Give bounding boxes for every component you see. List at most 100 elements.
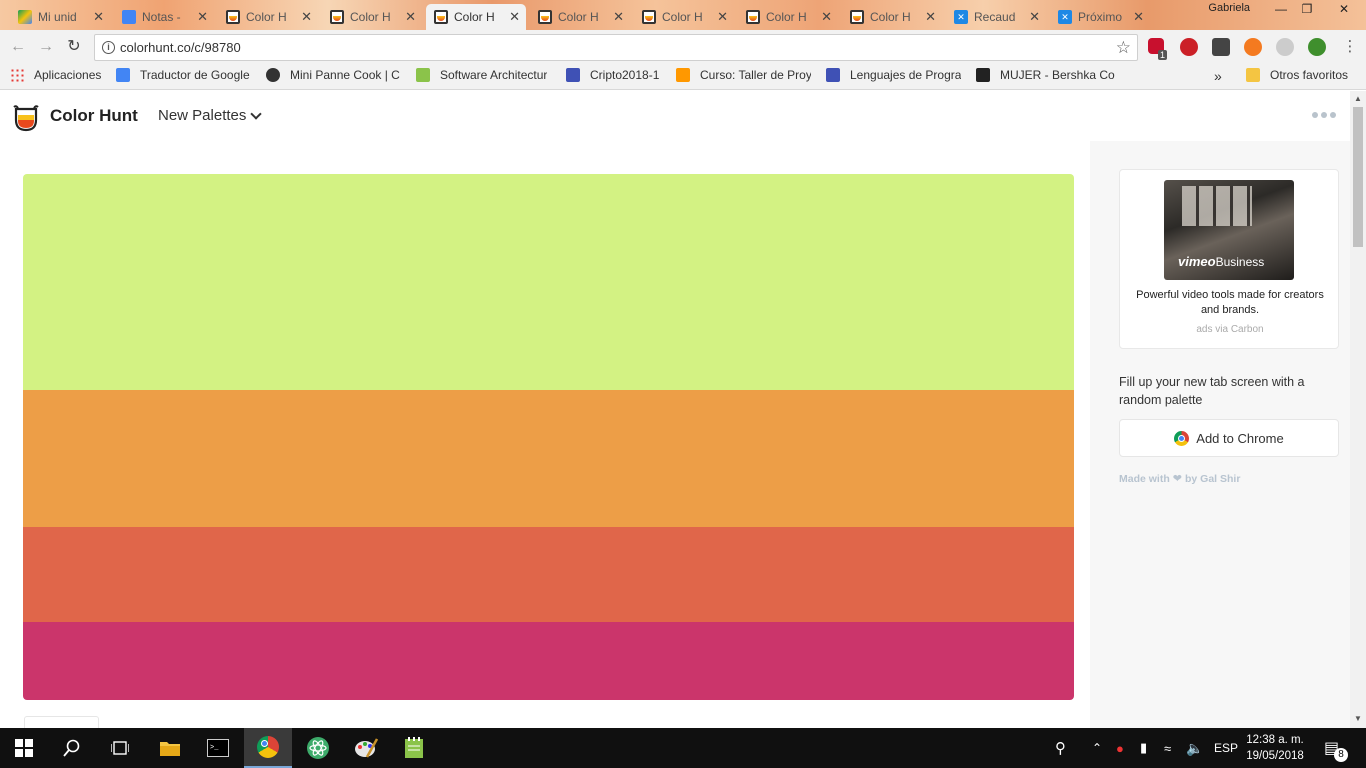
tray-app-icon[interactable]: ●	[1116, 728, 1124, 768]
palette-swatch[interactable]	[23, 622, 1074, 700]
ad-image[interactable]: vimeoBusiness	[1164, 180, 1294, 280]
bookmark-item[interactable]: Lenguajes de Progra	[826, 68, 961, 82]
clock[interactable]: 12:38 a. m. 19/05/2018	[1243, 732, 1307, 764]
color-hunt-icon	[538, 10, 552, 24]
language-indicator[interactable]: ESP	[1214, 728, 1238, 768]
palette-swatch[interactable]	[23, 174, 1074, 390]
bookmarks-bar: Aplicaciones Traductor de Google Mini Pann…	[0, 64, 1366, 90]
browser-tab[interactable]: Color H ✕	[634, 4, 734, 30]
carbon-ad[interactable]: vimeoBusiness Powerful video tools made …	[1119, 169, 1339, 349]
atom-icon[interactable]	[294, 728, 342, 768]
browser-tab[interactable]: Color H ✕	[218, 4, 318, 30]
minimize-icon[interactable]: —	[1268, 0, 1294, 20]
tab-close-icon[interactable]: ✕	[509, 9, 520, 25]
bookmark-item[interactable]: Aplicaciones	[10, 68, 101, 82]
browser-tab[interactable]: Color H ✕	[530, 4, 630, 30]
bookmark-item[interactable]: Otros favoritos	[1246, 68, 1348, 82]
reload-icon[interactable]: ↻	[64, 37, 84, 57]
pinterest-icon[interactable]	[1180, 38, 1198, 56]
new-palettes-dropdown[interactable]: New Palettes	[158, 107, 263, 124]
ad-via-carbon[interactable]: ads via Carbon	[1120, 324, 1340, 335]
google-drive-icon	[18, 10, 32, 24]
info-icon[interactable]: i	[102, 41, 115, 54]
tab-close-icon[interactable]: ✕	[1029, 9, 1040, 25]
color-hunt-logo-icon[interactable]	[13, 104, 39, 132]
tab-close-icon[interactable]: ✕	[613, 9, 624, 25]
tab-close-icon[interactable]: ✕	[925, 9, 936, 25]
bookmark-label: Traductor de Google	[140, 68, 250, 82]
browser-tab[interactable]: Color H ✕	[842, 4, 942, 30]
tab-close-icon[interactable]: ✕	[717, 9, 728, 25]
palette-actions[interactable]	[24, 716, 99, 728]
start-icon[interactable]	[0, 728, 48, 768]
task-view-icon[interactable]	[96, 728, 144, 768]
site-brand[interactable]: Color Hunt	[50, 106, 138, 126]
paint-icon[interactable]	[342, 728, 390, 768]
ad-text[interactable]: Powerful video tools made for creators a…	[1128, 288, 1332, 318]
people-icon[interactable]: ⚲	[1055, 728, 1066, 768]
forward-icon[interactable]: →	[36, 37, 56, 57]
battery-icon[interactable]: ▮	[1140, 728, 1147, 768]
tab-close-icon[interactable]: ✕	[93, 9, 104, 25]
profile-icon[interactable]	[1308, 38, 1326, 56]
palette-swatch[interactable]	[23, 527, 1074, 622]
scroll-down-icon[interactable]: ▼	[1354, 714, 1362, 723]
bookmark-item[interactable]: Traductor de Google	[116, 68, 250, 82]
page-scrollbar[interactable]: ▲ ▼	[1350, 91, 1366, 728]
volume-icon[interactable]: 🔈	[1186, 728, 1203, 768]
close-window-icon[interactable]: ✕	[1322, 0, 1366, 20]
address-bar[interactable]: i colorhunt.co/c/98780 ☆	[94, 34, 1138, 61]
bookmark-item[interactable]: Cripto2018-1	[566, 68, 659, 82]
bookmark-item[interactable]: MUJER - Bershka Co	[976, 68, 1115, 82]
clock-time: 12:38 a. m.	[1246, 734, 1304, 746]
bookmark-label: Mini Panne Cook | C	[290, 68, 400, 82]
add-to-chrome-button[interactable]: Add to Chrome	[1119, 419, 1339, 457]
promo-text: Fill up your new tab screen with a rando…	[1119, 375, 1305, 407]
bookmark-item[interactable]: Curso: Taller de Proy	[676, 68, 811, 82]
bookmark-item[interactable]: Mini Panne Cook | C	[266, 68, 400, 82]
back-icon[interactable]: ←	[8, 37, 28, 57]
profile-name[interactable]: Gabriela	[1208, 2, 1250, 14]
more-options-icon[interactable]	[1312, 112, 1336, 118]
scroll-up-icon[interactable]: ▲	[1354, 94, 1362, 103]
more-bookmarks-icon[interactable]: »	[1214, 68, 1222, 84]
tab-close-icon[interactable]: ✕	[301, 9, 312, 25]
bookmark-star-icon[interactable]: ☆	[1116, 38, 1131, 58]
browser-tab[interactable]: Notas - ✕	[114, 4, 214, 30]
url-text[interactable]: colorhunt.co/c/98780	[120, 40, 241, 55]
tab-close-icon[interactable]: ✕	[197, 9, 208, 25]
tab-title: Color H	[350, 10, 391, 24]
cook-icon	[266, 68, 280, 82]
tab-title: Color H	[766, 10, 807, 24]
clock-date: 19/05/2018	[1246, 750, 1304, 762]
chrome-taskbar-icon[interactable]	[244, 728, 292, 768]
tray-chevron-icon[interactable]: ⌃	[1092, 728, 1102, 768]
browser-tab[interactable]: Color H ✕	[426, 4, 526, 30]
apps-grid-icon	[10, 68, 24, 82]
bookmark-label: Software Architectur	[440, 68, 548, 82]
search-icon[interactable]	[48, 728, 96, 768]
orange-ext-icon[interactable]	[1244, 38, 1262, 56]
lightbulb-icon[interactable]	[1212, 38, 1230, 56]
browser-menu-icon[interactable]: ⋮	[1340, 37, 1360, 57]
credit-text[interactable]: Made with ❤ by Gal Shir	[1119, 472, 1240, 486]
bookmark-item[interactable]: Software Architectur	[416, 68, 547, 82]
file-explorer-icon[interactable]	[146, 728, 194, 768]
color-hunt-icon	[434, 10, 448, 24]
browser-tab[interactable]: Mi unid ✕	[10, 4, 110, 30]
browser-tab[interactable]: Color H ✕	[738, 4, 838, 30]
terminal-icon[interactable]: >_	[194, 728, 242, 768]
restore-icon[interactable]: ❐	[1294, 0, 1320, 20]
wifi-icon[interactable]: ≈	[1164, 728, 1171, 768]
tab-close-icon[interactable]: ✕	[1133, 9, 1144, 25]
tab-close-icon[interactable]: ✕	[821, 9, 832, 25]
browser-tab[interactable]: ✕ Recaud ✕	[946, 4, 1046, 30]
skype-icon[interactable]	[1276, 38, 1294, 56]
scroll-thumb[interactable]	[1353, 107, 1363, 247]
tab-close-icon[interactable]: ✕	[405, 9, 416, 25]
browser-tab[interactable]: ✕ Próximo ✕	[1050, 4, 1150, 30]
notepad-icon[interactable]	[390, 728, 438, 768]
browser-tab[interactable]: Color H ✕	[322, 4, 422, 30]
palette-swatch[interactable]	[23, 390, 1074, 527]
palette[interactable]	[23, 174, 1074, 700]
